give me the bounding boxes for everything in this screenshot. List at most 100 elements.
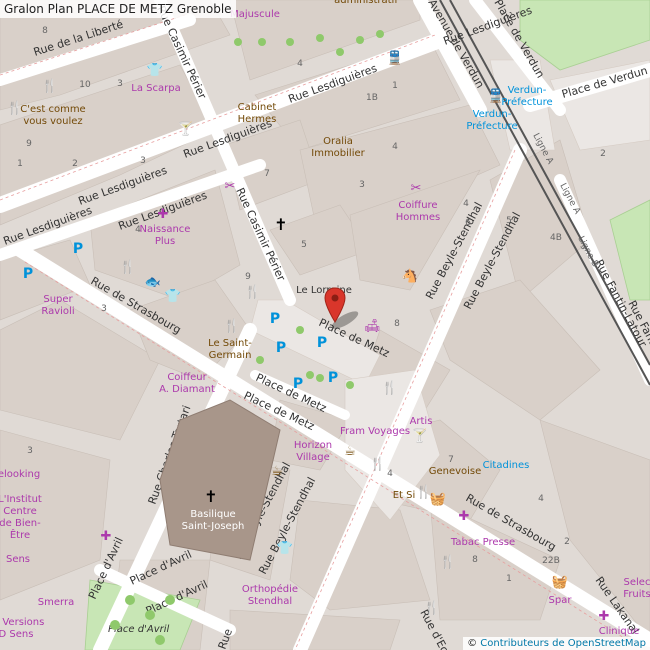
poi-super-ravioli-2: Ravioli (41, 306, 74, 317)
poi-verdun-prefecture-2b: Préfecture (466, 120, 517, 132)
map-attribution: © Contributeurs de OpenStreetMap (463, 637, 650, 650)
shop-bag-icon: 👕 (147, 63, 163, 78)
poi-oralia-1: Oralia (323, 136, 353, 147)
house-number: 3 (27, 446, 33, 456)
restaurant-icon: 🍴 (42, 78, 58, 94)
parking-icon: P (293, 376, 303, 392)
house-number: 7 (264, 169, 270, 179)
house-number: 4 (297, 59, 303, 69)
parking-icon: P (73, 241, 83, 257)
osm-attribution-link[interactable]: Contributeurs de OpenStreetMap (480, 638, 646, 649)
poi-coiffure-hommes-1: Coiffure (398, 200, 437, 211)
train-icon: 🚆 (387, 50, 403, 66)
poi-cest-comme-1: C'est comme (20, 104, 85, 115)
page-title: Gralon Plan PLACE DE METZ Grenoble (0, 0, 236, 18)
shop-bag-icon: 👕 (165, 289, 181, 304)
house-number: 1 (17, 159, 23, 169)
house-number: 7 (448, 455, 454, 465)
house-number: 3 (117, 79, 123, 89)
poi-administratif: administratif (334, 0, 398, 6)
restaurant-icon: 🍴 (382, 380, 398, 396)
map-canvas[interactable]: Rue de la Liberté Rue Casimir Périer Rue… (0, 0, 650, 650)
pharmacy-icon: ✚ (158, 207, 169, 222)
house-number: 4 (387, 469, 393, 479)
poi-cabinet-hermes-1: Cabinet (238, 102, 277, 113)
poi-d-sens: D Sens (0, 629, 33, 640)
pin-center (331, 294, 339, 302)
cafe-icon: ☕ (344, 444, 356, 459)
poi-verdun-prefecture-1a: Verdun- (508, 85, 547, 96)
house-number: 5 (506, 216, 512, 226)
church-cross-icon: ✝ (274, 215, 287, 234)
house-number: 22B (542, 556, 560, 566)
poi-genevoise: Genevoise (429, 466, 482, 477)
house-number: 3 (140, 156, 146, 166)
poi-citadines: Citadines (483, 460, 530, 471)
restaurant-icon: 🍴 (440, 554, 456, 570)
poi-smerra: Smerra (38, 597, 74, 608)
train-icon: 🚆 (488, 88, 504, 104)
poi-institut-2: Centre (3, 506, 36, 517)
restaurant-icon: 🍴 (120, 259, 136, 275)
poi-oralia-2: Immobilier (311, 148, 365, 159)
hairdresser-icon: ✂ (225, 179, 236, 194)
poi-tabac-presse: Tabac Presse (450, 537, 515, 548)
house-number: 1 (392, 81, 398, 91)
poi-artis: Artis (410, 416, 433, 427)
house-number: 2 (600, 149, 606, 159)
toy-icon: 🐴 (402, 268, 418, 284)
house-number: 3 (359, 180, 365, 190)
poi-ns-versions: ns Versions (0, 617, 44, 628)
house-number: 1 (506, 574, 512, 584)
poi-sens: Sens (6, 554, 30, 565)
bar-icon: 🍸 (412, 427, 428, 444)
poi-le-saint-germain-1: Le Saint- (208, 338, 252, 349)
basilique-label-1: Basilique (190, 509, 235, 520)
poi-et-si: Et Si (393, 490, 416, 501)
shop-icon: 🧺 (430, 492, 446, 507)
pharmacy-icon: ✚ (459, 509, 470, 524)
basilique-label-2: Saint-Joseph (182, 521, 245, 532)
shop-bag-icon: 👕 (277, 541, 293, 556)
poi-cabinet-hermes-2: Hermes (238, 114, 277, 125)
restaurant-icon: 🍴 (224, 318, 240, 334)
house-number: 4 (392, 142, 398, 152)
shop-icon: 🧺 (552, 575, 568, 590)
poi-horizon-village-2: Village (296, 452, 330, 463)
poi-velooking: Velooking (0, 469, 40, 480)
poi-coiffure-hommes-2: Hommes (396, 212, 440, 223)
house-number: 9 (245, 272, 251, 282)
basilique-cross-icon: ✝ (204, 487, 217, 506)
house-number: 4B (550, 233, 562, 243)
poi-coiffeur-2: A. Diamant (159, 384, 215, 395)
house-number: 3 (101, 304, 107, 314)
shop-bag-icon: 🐟 (145, 275, 161, 290)
parking-icon: P (276, 340, 286, 356)
restaurant-icon: 🍴 (7, 100, 23, 116)
poi-institut-1: L'Institut (0, 494, 42, 505)
restaurant-icon: 🍴 (245, 284, 261, 300)
poi-clinique: Clinique (599, 626, 640, 637)
poi-super-ravioli-1: Super (43, 294, 73, 305)
house-number: 5 (301, 240, 307, 250)
poi-select-1: Selec (624, 577, 650, 588)
poi-la-scarpa: La Scarpa (131, 83, 180, 94)
poi-institut-3: de Bien- (0, 518, 41, 529)
house-number: 2 (72, 159, 78, 169)
parking-icon: P (270, 311, 280, 327)
poi-orthopedie-2: Stendhal (248, 596, 292, 607)
poi-coiffeur-1: Coiffeur (167, 372, 207, 383)
pharmacy-icon: ✚ (101, 529, 112, 544)
restaurant-icon: 🍴 (424, 600, 440, 616)
house-number: 4 (135, 225, 141, 235)
parking-icon: P (23, 266, 33, 282)
parking-icon: P (317, 335, 327, 351)
poi-fram-voyages: Fram Voyages (340, 426, 410, 437)
house-number: 4 (463, 199, 469, 209)
house-number: 8 (394, 319, 400, 329)
parking-icon: P (328, 370, 338, 386)
house-number: 8 (472, 555, 478, 565)
poi-select-2: Fruits (623, 589, 650, 600)
house-number: 6 (465, 218, 471, 228)
poi-naissance-plus-1: Naissance (140, 224, 191, 235)
